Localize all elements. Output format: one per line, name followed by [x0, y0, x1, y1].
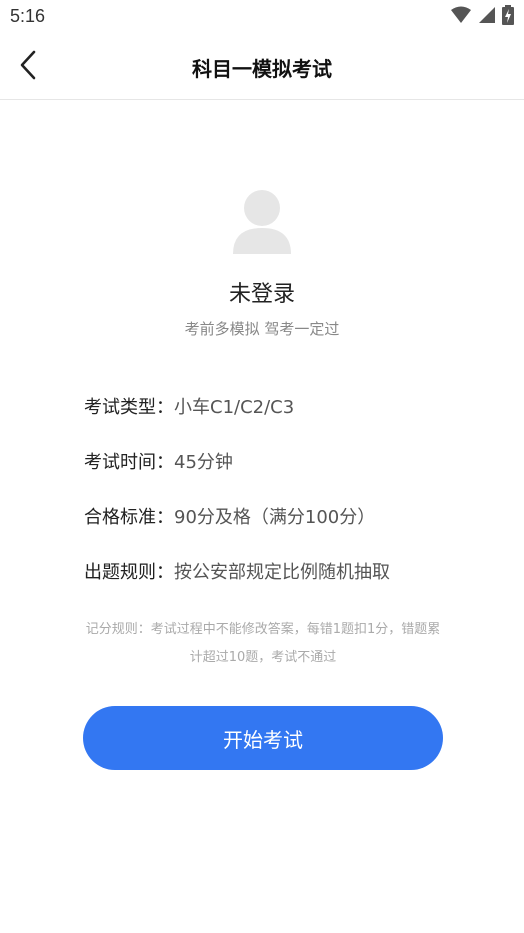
back-button[interactable]: [8, 46, 48, 88]
info-label: 出题规则：: [84, 562, 174, 583]
nav-bar: 科目一模拟考试: [0, 34, 524, 100]
slogan: 考前多模拟 驾考一定过: [184, 320, 340, 338]
info-label: 考试类型：: [84, 397, 174, 418]
exam-info-row-time: 考试时间： 45分钟: [84, 447, 504, 502]
status-icons: [450, 5, 514, 29]
wifi-icon: [450, 6, 472, 28]
scoring-rules-note: 记分规则：考试过程中不能修改答案，每错1题扣1分，错题累计超过10题，考试不通过: [85, 622, 441, 665]
page-title: 科目一模拟考试: [192, 56, 332, 81]
status-bar: 5:16: [0, 0, 524, 34]
login-status[interactable]: 未登录: [0, 276, 524, 308]
info-value: 45分钟: [174, 452, 233, 473]
exam-info-row-rules: 出题规则： 按公安部规定比例随机抽取: [84, 557, 504, 612]
info-value: 按公安部规定比例随机抽取: [174, 562, 390, 583]
info-value: 90分及格（满分100分）: [174, 507, 376, 528]
info-label: 合格标准：: [84, 507, 174, 528]
user-avatar-placeholder-icon[interactable]: [232, 188, 292, 254]
exam-info-row-standard: 合格标准： 90分及格（满分100分）: [84, 502, 504, 557]
status-time: 5:16: [10, 6, 46, 26]
cellular-signal-icon: [478, 6, 496, 28]
exam-info-list: 考试类型： 小车C1/C2/C3 考试时间： 45分钟 合格标准： 90分及格（…: [84, 392, 504, 612]
exam-info-row-type: 考试类型： 小车C1/C2/C3: [84, 392, 504, 447]
info-label: 考试时间：: [84, 452, 174, 473]
battery-charging-icon: [502, 5, 514, 29]
info-value: 小车C1/C2/C3: [174, 397, 295, 418]
chevron-left-icon: [19, 50, 37, 84]
start-exam-button[interactable]: 开始考试: [83, 706, 443, 770]
